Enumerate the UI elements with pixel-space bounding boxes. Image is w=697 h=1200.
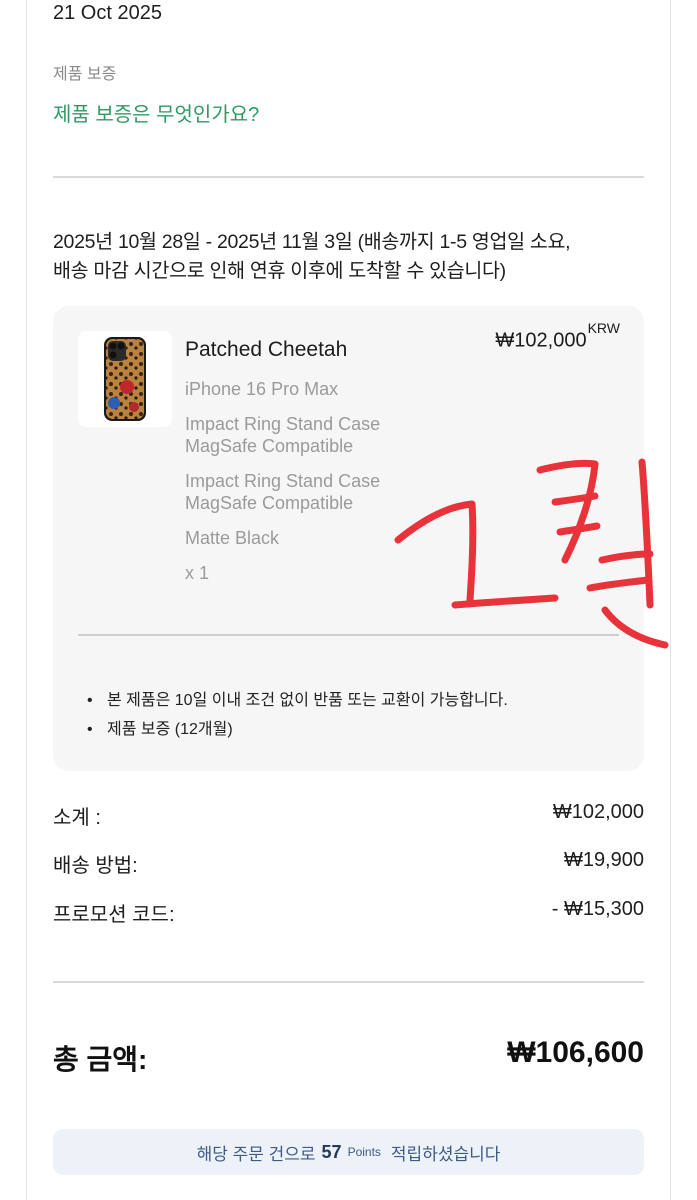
product-notes: 본 제품은 10일 이내 조건 없이 반품 또는 교환이 가능합니다. 제품 보…: [85, 686, 508, 744]
delivery-line-2: 배송 마감 시간으로 인해 연휴 이후에 도착할 수 있습니다): [53, 260, 506, 282]
note-warranty: 제품 보증 (12개월): [85, 715, 508, 744]
points-suffix: 적립하셨습니다: [390, 1144, 501, 1164]
points-banner: 해당 주문 건으로 57 Points 적립하셨습니다: [53, 1129, 644, 1175]
points-prefix: 해당 주문 건으로: [196, 1144, 316, 1164]
product-model: iPhone 16 Pro Max: [185, 379, 339, 399]
promo-row: 프로모션 코드: - ₩15,300: [53, 898, 644, 928]
product-variant-2-type: Impact Ring Stand Case: [185, 471, 381, 491]
product-thumbnail[interactable]: [78, 331, 172, 427]
product-variant-2: Impact Ring Stand Case MagSafe Compatibl…: [185, 470, 380, 514]
shipping-value: ₩19,900: [563, 849, 644, 871]
delivery-estimate: 2025년 10월 28일 - 2025년 11월 3일 (배송까지 1-5 영…: [53, 228, 648, 286]
product-variant-1: Impact Ring Stand Case MagSafe Compatibl…: [185, 413, 380, 457]
shipping-row: 배송 방법: ₩19,900: [53, 849, 644, 879]
divider: [78, 634, 619, 636]
promo-value: - ₩15,300: [551, 898, 644, 920]
points-unit: Points: [347, 1145, 381, 1159]
total-value: ₩106,600: [507, 1036, 644, 1069]
shipping-label: 배송 방법:: [53, 855, 138, 877]
note-return-policy: 본 제품은 10일 이내 조건 없이 반품 또는 교환이 가능합니다.: [85, 686, 508, 715]
warranty-info-link[interactable]: 제품 보증은 무엇인가요?: [53, 98, 259, 127]
product-color: Matte Black: [185, 528, 280, 548]
warranty-label: 제품 보증: [53, 66, 117, 83]
product-variant-2-feature: MagSafe Compatible: [185, 493, 354, 513]
subtotal-row: 소계 : ₩102,000: [53, 801, 644, 831]
subtotal-label: 소계 :: [53, 807, 101, 829]
total-label: 총 금액:: [53, 1044, 148, 1075]
product-box: Patched Cheetah ₩102,000KRW iPhone 16 Pr…: [53, 306, 644, 771]
divider: [53, 176, 644, 178]
product-name: Patched Cheetah: [185, 338, 348, 361]
product-price-currency: KRW: [587, 320, 620, 336]
product-quantity: x 1: [185, 563, 210, 583]
product-variant-1-feature: MagSafe Compatible: [185, 436, 354, 456]
promo-label: 프로모션 코드:: [53, 904, 175, 926]
product-variant-1-type: Impact Ring Stand Case: [185, 414, 381, 434]
points-amount: 57: [321, 1141, 342, 1162]
order-date: 21 Oct 2025: [53, 2, 162, 24]
product-price: ₩102,000KRW: [495, 320, 620, 353]
delivery-line-1: 2025년 10월 28일 - 2025년 11월 3일 (배송까지 1-5 영…: [53, 231, 571, 253]
divider: [53, 981, 644, 983]
product-price-value: ₩102,000: [495, 329, 587, 352]
subtotal-value: ₩102,000: [552, 801, 644, 823]
phone-case-icon: [104, 337, 146, 421]
total-row: 총 금액: ₩106,600: [53, 1036, 644, 1076]
